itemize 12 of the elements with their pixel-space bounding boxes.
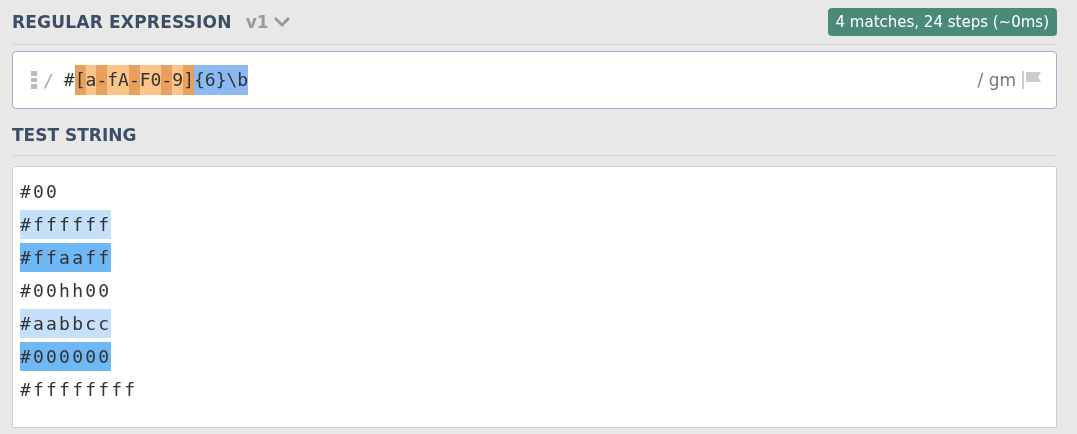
drag-handle-icon[interactable] — [31, 71, 37, 89]
match-info-badge: 4 matches, 24 steps (~0ms) — [827, 8, 1057, 36]
section-title: TEST STRING — [12, 125, 137, 145]
test-line: #ffffffff — [20, 378, 138, 402]
test-line: #00hh00 — [20, 279, 112, 303]
flag-icon[interactable] — [1022, 71, 1042, 89]
test-line: #00 — [20, 180, 60, 204]
chevron-down-icon — [272, 16, 291, 28]
section-title: REGULAR EXPRESSION — [12, 12, 232, 32]
regex-flags[interactable]: / gm — [977, 70, 1016, 90]
regex-delimiter: / — [43, 69, 54, 91]
test-string-input[interactable]: #00 #ffffff #ffaaff #00hh00 #aabbcc #000000 #ffffffff — [12, 166, 1057, 428]
